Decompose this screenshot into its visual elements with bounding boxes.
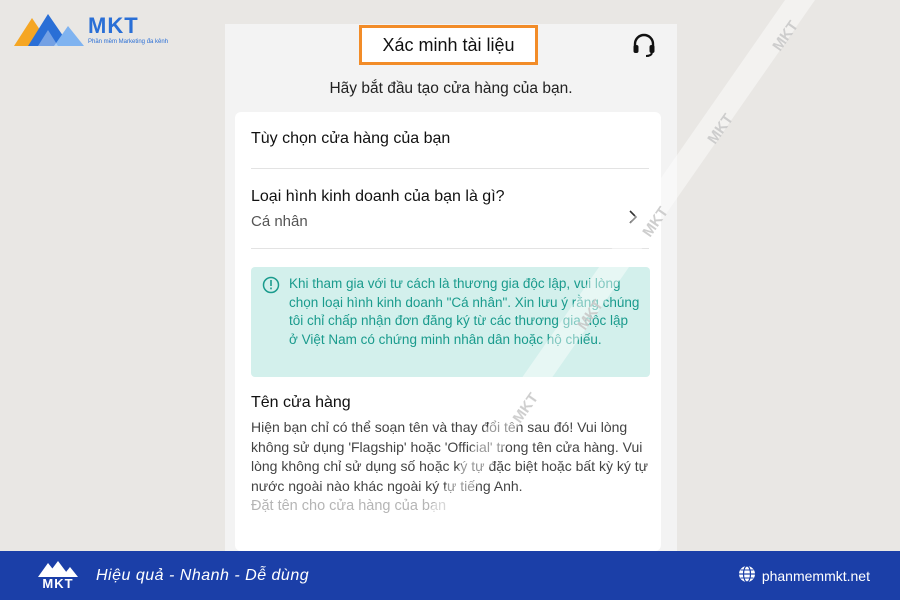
footer-logo-wordmark: MKT [42,576,74,591]
footer-bar: MKT Hiệu quả - Nhanh - Dễ dùng phanmemmk… [0,551,900,600]
mkt-mountain-logo-icon [38,561,78,577]
phone-screen: Xác minh tài liệu Hãy bắt đầu tạo cửa hà… [225,24,677,551]
mkt-mountain-logo-icon [14,12,84,48]
page-subtitle: Hãy bắt đầu tạo cửa hàng của bạn. [329,80,573,97]
business-type-question[interactable]: Loại hình kinh doanh của bạn là gì? [251,188,505,206]
chevron-right-icon[interactable] [627,209,639,230]
section-title: Tùy chọn cửa hàng của bạn [251,130,451,147]
footer-logo: MKT [38,561,78,590]
store-name-input[interactable] [251,498,641,514]
slogan: Hiệu quả - Nhanh - Dễ dùng [96,566,310,584]
watermark-text: MKT [769,18,802,54]
business-type-value[interactable]: Cá nhân [251,213,308,230]
logo-tagline: Phần mềm Marketing đa kênh [88,39,169,45]
store-name-label: Tên cửa hàng [251,394,351,411]
mkt-logo: MKT Phần mềm Marketing đa kênh [14,12,168,48]
page-title: Xác minh tài liệu [359,25,538,65]
website-text[interactable]: phanmemmkt.net [762,568,870,584]
divider [251,168,649,169]
logo-wordmark: MKT [88,13,139,38]
info-circle-icon [262,276,280,300]
store-name-help: Hiện bạn chỉ có thể soạn tên và thay đổi… [251,419,649,494]
headset-icon[interactable] [631,32,657,63]
info-text: Khi tham gia với tư cách là thương gia đ… [289,276,640,347]
info-notice: Khi tham gia với tư cách là thương gia đ… [251,267,650,377]
divider [251,248,649,249]
watermark-text: MKT [704,111,737,147]
globe-icon [738,565,756,586]
website-link[interactable]: phanmemmkt.net [738,565,870,586]
store-options-card: Tùy chọn cửa hàng của bạn Loại hình kinh… [235,112,661,551]
